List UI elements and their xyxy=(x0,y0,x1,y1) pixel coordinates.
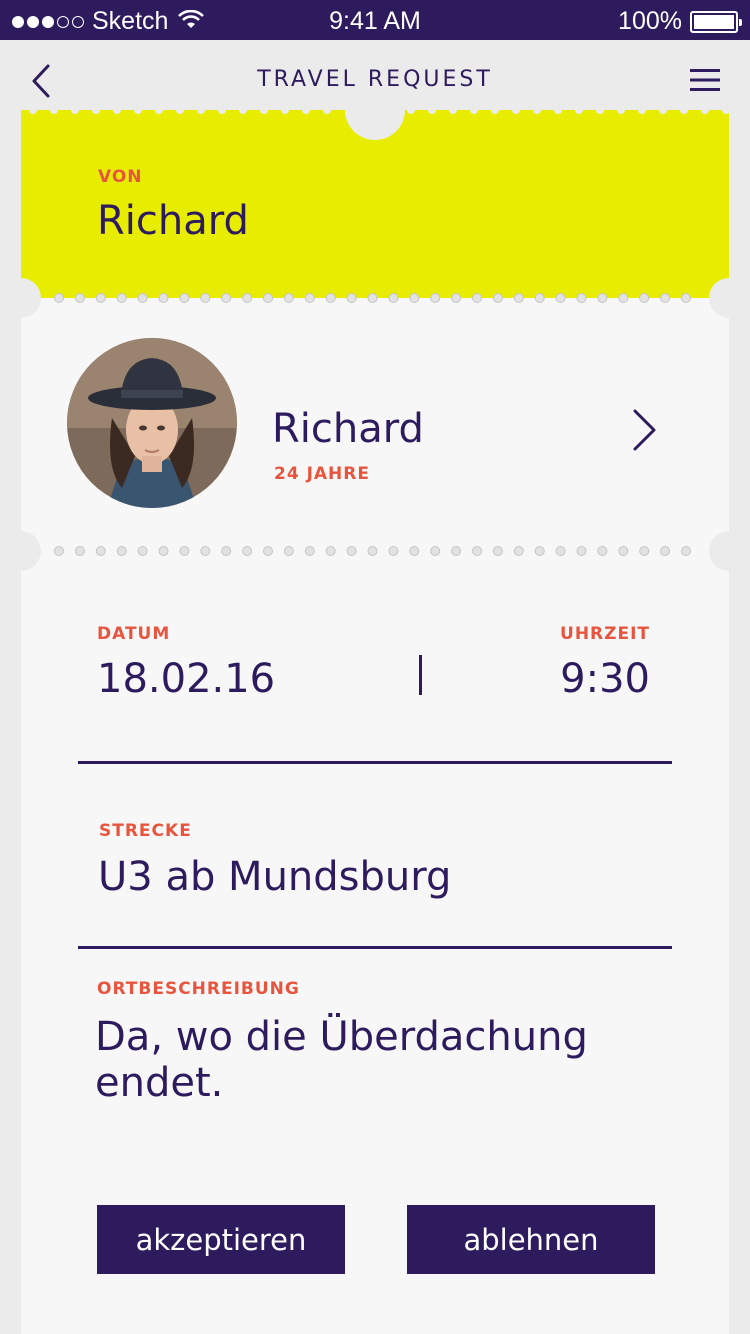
perforation-dot xyxy=(388,293,399,303)
chevron-right-icon[interactable] xyxy=(631,408,659,452)
perforation-dot xyxy=(221,546,232,556)
perforation-dot xyxy=(534,546,545,556)
perforation-dot xyxy=(618,293,629,303)
time-value: 9:30 xyxy=(560,656,650,702)
perforation-dot xyxy=(639,546,650,556)
perforation-dot xyxy=(451,293,462,303)
perforation-dot xyxy=(179,293,190,303)
perforation-dot xyxy=(576,546,587,556)
ticket-background xyxy=(21,110,729,1334)
perforation-dot xyxy=(242,546,253,556)
perforation-dot xyxy=(263,546,273,556)
perforation-dot xyxy=(325,293,336,303)
route-value: U3 ab Mundsburg xyxy=(98,854,452,900)
battery-icon xyxy=(690,10,742,33)
perforation-dot xyxy=(158,546,169,556)
perforation-dot xyxy=(221,293,232,303)
perforation-dot xyxy=(325,546,336,556)
perforation-dot xyxy=(158,293,169,303)
page-title: TRAVEL REQUEST xyxy=(257,67,493,92)
perforation-dot xyxy=(74,546,85,556)
perforation-dot xyxy=(283,546,294,556)
battery-percent: 100% xyxy=(618,7,682,35)
perforation-dot xyxy=(95,546,106,556)
perforation-dot xyxy=(430,546,441,556)
perforation-dot xyxy=(451,546,462,556)
perforation-dot xyxy=(54,546,64,556)
perforation-dot xyxy=(576,293,587,303)
perforation-dot xyxy=(304,546,315,556)
date-time-divider xyxy=(419,655,422,695)
perforation-dot xyxy=(618,546,629,556)
travel-ticket-card: VON Richard Richard 24 JAHRE DATUM 18.02… xyxy=(21,110,729,1334)
perforation-dot xyxy=(597,546,608,556)
perforation-dot xyxy=(681,546,691,556)
profile-age: 24 JAHRE xyxy=(274,464,370,484)
divider-line xyxy=(78,946,672,949)
status-right: 100% xyxy=(618,7,742,36)
perforation-dot xyxy=(409,546,420,556)
perforation-dot xyxy=(346,546,357,556)
divider-line xyxy=(78,761,672,764)
hamburger-menu-icon[interactable] xyxy=(690,68,720,92)
perforation-dot xyxy=(534,293,545,303)
time-label: UHRZEIT xyxy=(560,624,650,644)
perforation-dot xyxy=(116,546,127,556)
perforation-dot xyxy=(681,293,691,303)
perforation-dot xyxy=(304,293,315,303)
perforation-dot xyxy=(137,546,148,556)
description-value: Da, wo die Überdachung endet. xyxy=(95,1014,588,1106)
perforation-dot xyxy=(242,293,253,303)
from-name: Richard xyxy=(97,198,249,244)
route-label: STRECKE xyxy=(99,821,192,841)
accept-button[interactable]: akzeptieren xyxy=(97,1205,345,1274)
perforation-dot xyxy=(409,293,420,303)
perforation-dot xyxy=(472,546,482,556)
perforation-dot xyxy=(513,546,524,556)
perforation-dot xyxy=(54,293,64,303)
navigation-bar: TRAVEL REQUEST xyxy=(0,40,750,120)
perforation-dot xyxy=(367,293,378,303)
perforation-dot xyxy=(179,546,190,556)
perforation-dot xyxy=(263,293,273,303)
perforation-dot xyxy=(472,293,482,303)
decline-button[interactable]: ablehnen xyxy=(407,1205,655,1274)
perforation-dot xyxy=(555,546,566,556)
perforation-dot xyxy=(513,293,524,303)
perforation-dot xyxy=(95,293,106,303)
perforation-dot xyxy=(660,546,671,556)
perforation-dot xyxy=(367,546,378,556)
status-bar: Sketch 9:41 AM 100% xyxy=(0,0,750,40)
perforation-dot xyxy=(430,293,441,303)
avatar[interactable] xyxy=(67,338,237,508)
description-label: ORTBESCHREIBUNG xyxy=(97,979,300,999)
perforation-dot xyxy=(116,293,127,303)
perforation-dot xyxy=(388,546,399,556)
perforation-dot xyxy=(555,293,566,303)
from-label: VON xyxy=(98,167,143,187)
perforation-dot xyxy=(74,293,85,303)
perforation-dot xyxy=(346,293,357,303)
perforation-dot xyxy=(597,293,608,303)
perforation-dot xyxy=(492,546,503,556)
perforation-dot xyxy=(492,293,503,303)
perforation-dot xyxy=(137,293,148,303)
date-value: 18.02.16 xyxy=(97,656,276,702)
profile-name[interactable]: Richard xyxy=(272,406,424,452)
perforation-dot xyxy=(283,293,294,303)
perforation-dot xyxy=(200,293,211,303)
perforation-dot xyxy=(200,546,211,556)
perforation-dot xyxy=(639,293,650,303)
date-label: DATUM xyxy=(97,624,171,644)
perforation-dot xyxy=(660,293,671,303)
